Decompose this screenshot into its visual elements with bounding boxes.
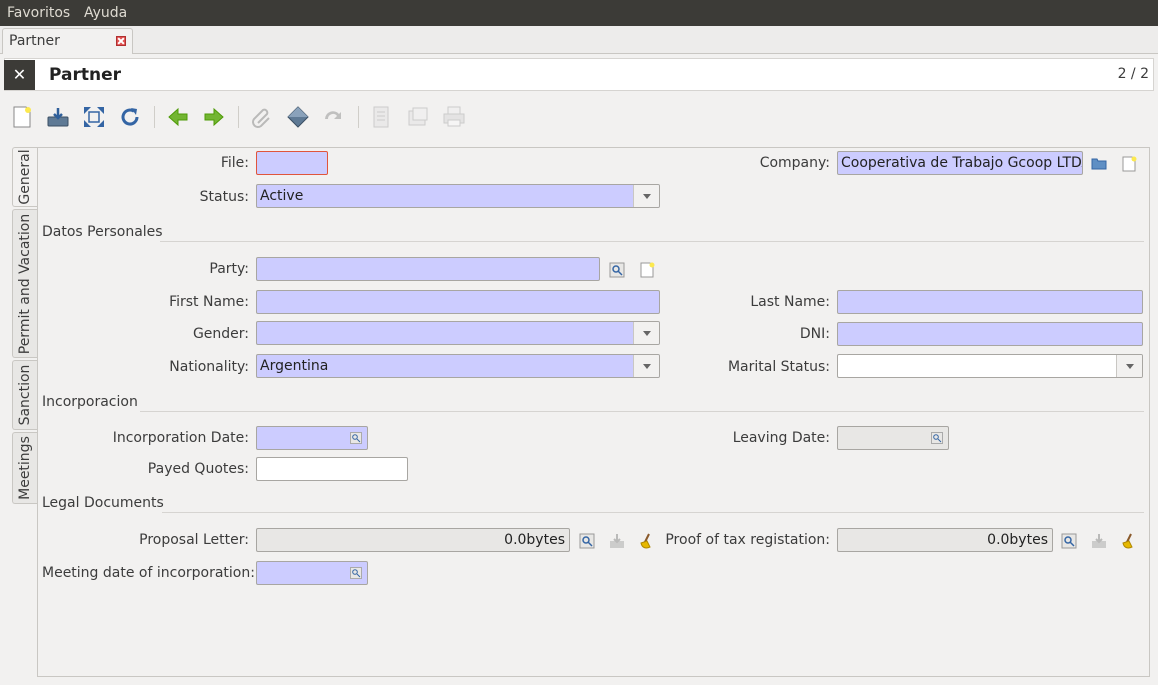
chevron-down-icon[interactable] [1116, 355, 1142, 377]
proposal-letter-label: Proposal Letter: [139, 532, 249, 548]
title-bar [4, 58, 1154, 91]
status-select[interactable]: Active [256, 184, 660, 208]
search-icon[interactable] [1061, 533, 1077, 549]
party-field[interactable] [256, 257, 600, 281]
toolbar-separator [358, 106, 359, 128]
party-label: Party: [209, 261, 249, 277]
leaving-date-label: Leaving Date: [732, 430, 830, 446]
save-file-icon[interactable] [609, 533, 625, 549]
menu-ayuda[interactable]: Ayuda [84, 5, 127, 21]
section-datos-personales: Datos Personales [42, 224, 163, 240]
status-value: Active [260, 188, 304, 204]
next-arrow-icon[interactable] [202, 105, 226, 129]
gender-label: Gender: [192, 326, 249, 342]
toolbar-separator [154, 106, 155, 128]
tools-icon[interactable]: ✕ [4, 60, 35, 90]
tab-sanction[interactable]: Sanction [12, 360, 37, 430]
menubar: Favoritos Ayuda [0, 0, 1158, 26]
clear-broom-icon[interactable] [639, 533, 655, 549]
toolbar-separator [238, 106, 239, 128]
action-icon[interactable] [286, 105, 310, 129]
first-name-label: First Name: [169, 294, 249, 310]
tab-partner-label: Partner [9, 33, 60, 49]
incorporation-date-label: Incorporation Date: [112, 430, 249, 446]
section-incorporacion: Incorporacion [42, 394, 138, 410]
attachment-icon[interactable] [250, 105, 274, 129]
report-icon[interactable] [370, 105, 394, 129]
marital-status-select[interactable] [837, 354, 1143, 378]
section-divider [162, 512, 1144, 513]
tab-meetings[interactable]: Meetings [12, 432, 37, 504]
print-icon[interactable] [442, 105, 466, 129]
calendar-search-icon[interactable] [931, 432, 943, 444]
tab-strip [0, 26, 1158, 54]
incorporation-date-field[interactable] [256, 426, 368, 450]
fullscreen-icon[interactable] [82, 105, 106, 129]
new-record-icon[interactable] [639, 262, 655, 278]
tab-general[interactable]: General [12, 147, 37, 207]
menu-favoritos[interactable]: Favoritos [7, 5, 70, 21]
first-name-field[interactable] [256, 290, 660, 314]
chevron-down-icon[interactable] [633, 355, 659, 377]
new-document-icon[interactable] [10, 105, 34, 129]
close-tab-icon[interactable] [116, 36, 126, 46]
search-icon[interactable] [609, 262, 625, 278]
dni-label: DNI: [799, 326, 830, 342]
meeting-date-field[interactable] [256, 561, 368, 585]
page-title: Partner [49, 65, 122, 85]
tab-partner[interactable]: Partner [2, 28, 133, 54]
save-icon[interactable] [46, 105, 70, 129]
company-field[interactable]: Cooperativa de Trabajo Gcoop LTDA [837, 151, 1083, 175]
search-icon[interactable] [579, 533, 595, 549]
previous-arrow-icon[interactable] [166, 105, 190, 129]
leaving-date-field[interactable] [837, 426, 949, 450]
payed-quotes-label: Payed Quotes: [147, 461, 249, 477]
gender-select[interactable] [256, 321, 660, 345]
calendar-search-icon[interactable] [350, 432, 362, 444]
chevron-down-icon[interactable] [633, 322, 659, 344]
file-label: File: [220, 155, 249, 171]
nationality-label: Nationality: [169, 359, 249, 375]
file-field[interactable] [256, 151, 328, 175]
section-divider [160, 241, 1144, 242]
relate-arrow-icon[interactable] [322, 105, 346, 129]
dni-field[interactable] [837, 322, 1143, 346]
tab-permit-and-vacation[interactable]: Permit and Vacation [12, 209, 37, 358]
company-label: Company: [759, 155, 830, 171]
calendar-search-icon[interactable] [350, 567, 362, 579]
proof-tax-label: Proof of tax registation: [665, 532, 830, 548]
proposal-letter-field[interactable]: 0.0bytes [256, 528, 570, 552]
form-panel [37, 147, 1150, 677]
last-name-field[interactable] [837, 290, 1143, 314]
last-name-label: Last Name: [750, 294, 830, 310]
record-counter: 2 / 2 [1117, 66, 1149, 82]
folder-open-icon[interactable] [1091, 155, 1107, 171]
proof-tax-field[interactable]: 0.0bytes [837, 528, 1053, 552]
new-record-icon[interactable] [1121, 156, 1137, 172]
chevron-down-icon[interactable] [633, 185, 659, 207]
save-file-icon[interactable] [1091, 533, 1107, 549]
clear-broom-icon[interactable] [1121, 533, 1137, 549]
section-legal-documents: Legal Documents [42, 495, 164, 511]
nationality-select[interactable]: Argentina [256, 354, 660, 378]
meeting-date-label: Meeting date of incorporation: [42, 565, 255, 581]
marital-status-label: Marital Status: [727, 359, 830, 375]
nationality-value: Argentina [260, 358, 329, 374]
section-divider [140, 411, 1144, 412]
email-icon[interactable] [406, 105, 430, 129]
payed-quotes-field[interactable] [256, 457, 408, 481]
reload-icon[interactable] [118, 105, 142, 129]
status-label: Status: [199, 189, 249, 205]
